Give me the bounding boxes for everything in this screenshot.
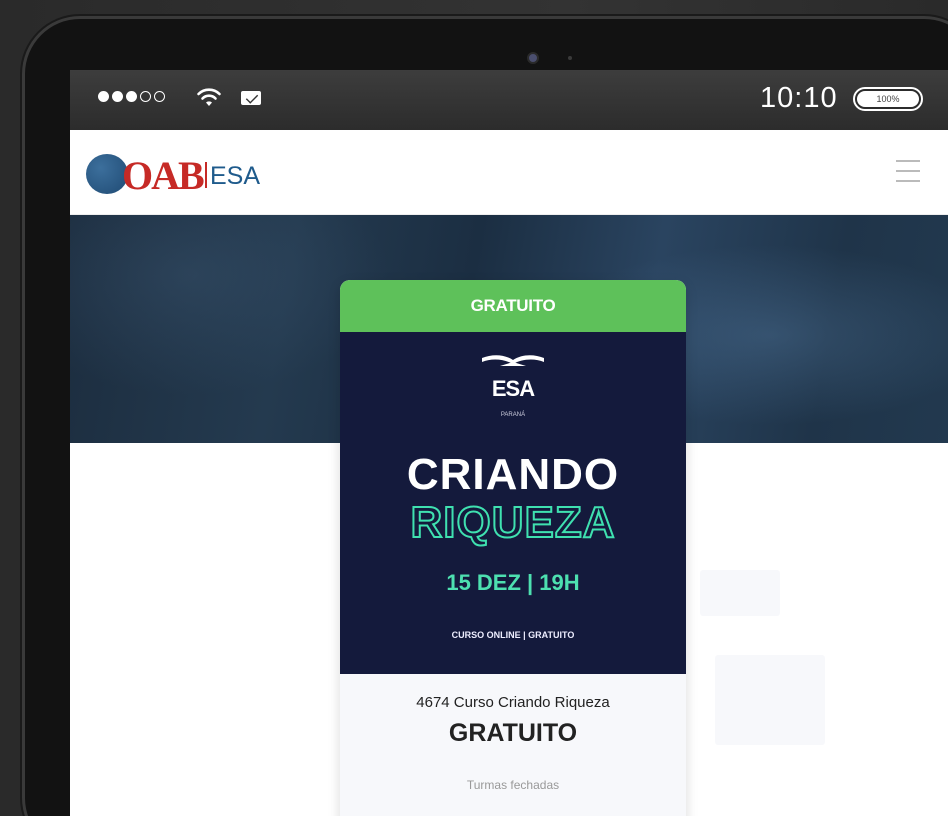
- banner-brand-sub: PARANÁ: [500, 412, 526, 418]
- banner-brand: ESA: [491, 376, 535, 401]
- camera-icon: [527, 52, 539, 64]
- site-header: OAB ESA: [70, 130, 948, 215]
- logo-esa-text: ESA: [210, 162, 261, 190]
- course-card[interactable]: GRATUITO ESA PARANÁ CRIANDO RIQUEZA 15 D…: [340, 280, 686, 816]
- signal-strength-icon: [98, 91, 165, 102]
- free-tag: GRATUITO: [340, 280, 686, 332]
- battery-level: 100%: [857, 91, 919, 107]
- banner-title-line1: CRIANDO: [406, 450, 620, 499]
- mail-icon: [241, 91, 261, 105]
- placeholder-block: [700, 570, 780, 616]
- sensor-icon: [568, 56, 572, 60]
- status-bar: 10:10 100%: [70, 70, 948, 130]
- placeholder-block: [715, 655, 825, 745]
- banner-title-line2: RIQUEZA: [410, 497, 616, 548]
- status-time: 10:10: [760, 82, 838, 114]
- course-banner-image[interactable]: ESA PARANÁ CRIANDO RIQUEZA 15 DEZ | 19H …: [340, 332, 686, 674]
- course-name[interactable]: 4674 Curso Criando Riqueza: [340, 694, 686, 711]
- battery-icon: 100%: [853, 87, 923, 111]
- banner-date: 15 DEZ | 19H: [446, 570, 580, 595]
- oab-esa-logo[interactable]: OAB ESA: [86, 148, 286, 198]
- banner-subline: CURSO ONLINE | GRATUITO: [451, 630, 575, 640]
- tablet-screen: 10:10 100% OAB ESA GRATUITO ESA PARANÁ C…: [70, 70, 948, 816]
- wifi-icon: [197, 88, 221, 106]
- logo-oab-text: OAB: [122, 153, 205, 198]
- hamburger-menu-icon[interactable]: [896, 158, 920, 184]
- course-price: GRATUITO: [448, 719, 578, 747]
- logo-divider: [205, 162, 207, 188]
- card-body: 4674 Curso Criando Riqueza GRATUITO Turm…: [340, 674, 686, 792]
- enrollment-status: Turmas fechadas: [466, 778, 560, 792]
